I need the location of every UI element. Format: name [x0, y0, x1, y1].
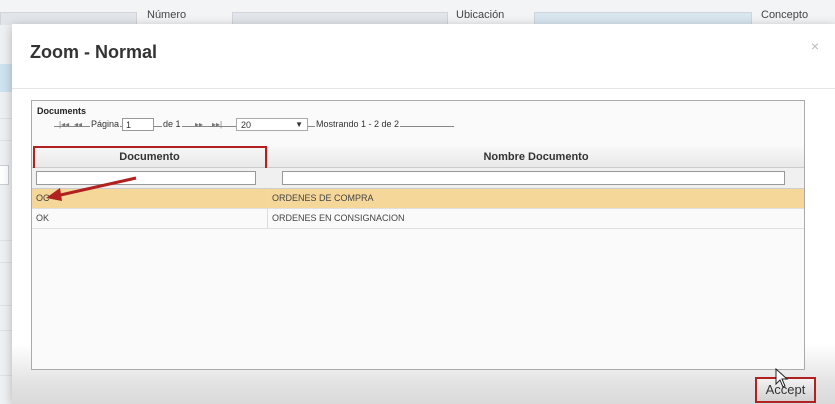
- next-page-icon[interactable]: ▸▸: [195, 120, 203, 129]
- nombre-documento-filter-input[interactable]: [282, 171, 785, 185]
- background-divider: [0, 305, 12, 306]
- page-label: Página: [90, 119, 121, 129]
- row-code: OK: [36, 213, 50, 223]
- row-name: ORDENES EN CONSIGNACION: [272, 213, 405, 223]
- first-page-icon[interactable]: |◂◂: [59, 120, 69, 129]
- close-icon[interactable]: ×: [811, 38, 819, 54]
- background-left-input[interactable]: [0, 165, 9, 185]
- grid-pager: |◂◂ ◂◂ Página 1 de 1 ▸▸ ▸▸| 20 ▼ Mostran…: [32, 118, 804, 134]
- page-size-value: 20: [241, 120, 252, 130]
- records-info: Mostrando 1 - 2 de 2: [315, 119, 401, 129]
- prev-page-icon[interactable]: ◂◂: [74, 120, 82, 129]
- annotation-arrow-icon: [46, 176, 137, 201]
- cell-divider: [267, 209, 268, 228]
- cell-divider: [267, 189, 268, 208]
- title-divider: [12, 88, 835, 89]
- table-row[interactable]: OC ORDENES DE COMPRA: [32, 189, 804, 209]
- page-number-input[interactable]: 1: [122, 118, 154, 131]
- last-page-icon[interactable]: ▸▸|: [212, 120, 222, 129]
- background-divider: [0, 140, 12, 141]
- background-divider: [0, 118, 12, 119]
- background-divider: [0, 330, 12, 331]
- zoom-dialog: Zoom - Normal × Documents |◂◂ ◂◂ Página …: [12, 24, 835, 404]
- background-divider: [0, 240, 12, 241]
- mouse-cursor-icon: [775, 368, 789, 388]
- dialog-title: Zoom - Normal: [30, 42, 158, 62]
- background-divider: [0, 262, 12, 263]
- chevron-down-icon: ▼: [295, 120, 303, 129]
- page-count-label: de 1: [162, 119, 182, 129]
- background-left-tab[interactable]: [0, 64, 12, 92]
- row-name: ORDENES DE COMPRA: [272, 193, 374, 203]
- background-label-ubicacion: Ubicación: [456, 9, 505, 21]
- filter-row: [32, 168, 804, 189]
- highlight-annotation-box: [33, 146, 267, 170]
- background-label-numero: Número: [147, 9, 187, 21]
- background-label-concepto: Concepto: [761, 9, 809, 21]
- table-row[interactable]: OK ORDENES EN CONSIGNACION: [32, 209, 804, 229]
- documents-grid: Documents |◂◂ ◂◂ Página 1 de 1 ▸▸ ▸▸| 20…: [31, 100, 805, 370]
- grid-caption: Documents: [37, 106, 87, 116]
- column-header-nombre-documento[interactable]: Nombre Documento: [268, 147, 804, 168]
- page-size-select[interactable]: 20 ▼: [236, 118, 308, 131]
- background-divider: [0, 375, 12, 376]
